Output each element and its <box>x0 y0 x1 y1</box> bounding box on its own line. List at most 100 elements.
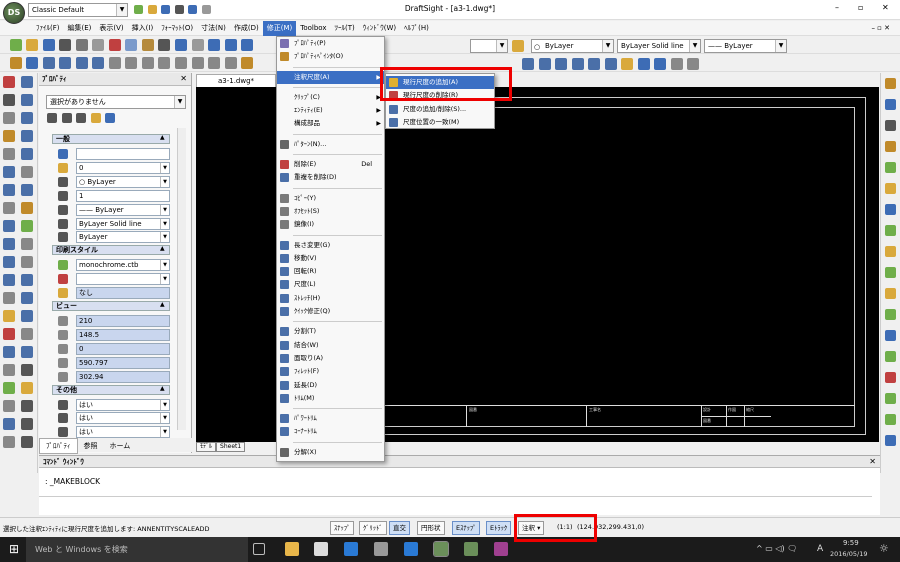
menu-0[interactable]: ﾌｧｲﾙ(F) <box>32 21 64 36</box>
menu-8[interactable]: Toolbox <box>296 21 330 36</box>
menu-1[interactable]: 編集(E) <box>64 21 96 36</box>
open-icon[interactable] <box>26 39 39 51</box>
draw-tool-33-icon[interactable] <box>21 364 33 376</box>
draw-tool-18-icon[interactable] <box>3 238 15 250</box>
polyline-icon[interactable] <box>191 57 204 69</box>
explorer-icon[interactable] <box>285 542 299 556</box>
modify-menu-item-1[interactable]: ﾌﾟﾛﾊﾟﾃｨﾍﾟｲﾝﾀ(O) <box>277 50 384 63</box>
draw-tool-0-icon[interactable] <box>3 76 15 88</box>
right-tool-3-icon[interactable] <box>885 141 896 152</box>
draw-tool-7-icon[interactable] <box>21 130 33 142</box>
draw-tool-26-icon[interactable] <box>3 310 15 322</box>
modify-menu-item-26[interactable]: 結合(W) <box>277 339 384 352</box>
select-objects-icon[interactable] <box>61 113 72 123</box>
ie-icon[interactable] <box>404 542 418 556</box>
other-prop-2-value[interactable]: はい ▼ <box>76 426 170 439</box>
paste-icon[interactable] <box>141 39 154 51</box>
modify-menu-item-3[interactable]: 注釈尺度(A) ▶ <box>277 70 384 84</box>
modify-menu-item-23[interactable]: ｸｲｯｸ修正(Q) <box>277 305 384 318</box>
menu-7[interactable]: 修正(M) <box>262 21 297 36</box>
draw-tool-8-icon[interactable] <box>3 148 15 160</box>
draw-tool-29-icon[interactable] <box>21 328 33 340</box>
print-prop-1-value[interactable]: ▼ <box>76 273 170 286</box>
dropdown-arrow-icon[interactable]: ▼ <box>160 274 169 285</box>
right-tool-11-icon[interactable] <box>885 309 896 320</box>
app-logo-icon[interactable]: DS <box>3 2 25 24</box>
right-tool-14-icon[interactable] <box>885 372 896 383</box>
print-prop-0-value[interactable]: monochrome.ctb ▼ <box>76 259 170 272</box>
print-prop-2-value[interactable]: なし <box>76 287 170 300</box>
workspace-select[interactable]: Classic Default ▼ <box>28 3 128 17</box>
media-icon[interactable] <box>374 542 388 556</box>
draftsight-taskbar-icon[interactable] <box>433 541 449 557</box>
open-icon[interactable] <box>147 5 157 14</box>
status-toggle-1[interactable]: ｸﾞﾘｯﾄﾞ <box>359 521 387 535</box>
redo-icon[interactable] <box>201 5 211 14</box>
status-toggle-5[interactable]: Eﾄﾗｯｸ <box>486 521 512 535</box>
draw-tool-11-icon[interactable] <box>21 166 33 178</box>
draw-tool-6-icon[interactable] <box>3 130 15 142</box>
redo-icon[interactable] <box>191 39 204 51</box>
draw-tool-32-icon[interactable] <box>3 364 15 376</box>
view-prop-0-value[interactable]: 210 <box>76 315 170 327</box>
draw-tool-17-icon[interactable] <box>21 220 33 232</box>
toggle-pickadd-icon[interactable] <box>47 113 57 123</box>
right-tool-13-icon[interactable] <box>885 351 896 362</box>
modify-menu-item-32[interactable]: ﾊﾟﾜｰﾄﾘﾑ <box>277 412 384 425</box>
radius-icon[interactable] <box>571 58 584 70</box>
draw-tool-5-icon[interactable] <box>21 112 33 124</box>
general-prop-0-value[interactable] <box>76 148 170 160</box>
menu-2[interactable]: 表示(V) <box>95 21 127 36</box>
other-prop-0-value[interactable]: はい ▼ <box>76 398 170 411</box>
new-icon[interactable] <box>134 5 143 14</box>
dropdown-arrow-icon[interactable]: ▼ <box>160 232 169 243</box>
modify-menu-item-0[interactable]: ﾌﾟﾛﾊﾟﾃｨ(P) <box>277 37 384 50</box>
panel-close-icon[interactable]: ✕ <box>180 74 187 83</box>
angle-icon[interactable] <box>555 58 568 70</box>
dropdown-arrow-icon[interactable]: ▼ <box>160 176 169 187</box>
orbit-icon[interactable] <box>670 58 683 70</box>
undo-icon[interactable] <box>188 5 198 14</box>
right-tool-0-icon[interactable] <box>885 78 896 89</box>
zoom-window-icon[interactable] <box>241 39 254 51</box>
draw-tool-27-icon[interactable] <box>21 310 33 322</box>
draw-tool-1-icon[interactable] <box>21 76 33 88</box>
draw-tool-35-icon[interactable] <box>21 382 33 394</box>
modify-menu-item-18[interactable]: 長さ変更(G) <box>277 239 384 252</box>
task-view-icon[interactable] <box>253 543 265 555</box>
filter-icon[interactable] <box>90 113 101 123</box>
right-tool-7-icon[interactable] <box>885 225 896 236</box>
draw-tool-41-icon[interactable] <box>21 436 33 448</box>
new-icon[interactable] <box>9 39 22 51</box>
draw-tool-10-icon[interactable] <box>3 166 15 178</box>
general-prop-6-value[interactable]: ByLayer ▼ <box>76 231 170 244</box>
collapse-icon[interactable]: ▲ <box>160 245 165 252</box>
dropdown-arrow-icon[interactable]: ▼ <box>160 218 169 229</box>
dropdown-arrow-icon[interactable]: ▼ <box>160 162 169 173</box>
menu-11[interactable]: ﾍﾙﾌﾟ(H) <box>400 21 433 36</box>
draw-tool-16-icon[interactable] <box>3 220 15 232</box>
menu-5[interactable]: 寸法(N) <box>197 21 230 36</box>
command-input[interactable] <box>39 496 872 508</box>
modify-menu-item-28[interactable]: ﾌｨﾚｯﾄ(F) <box>277 365 384 378</box>
dropdown-arrow-icon[interactable]: ▼ <box>160 260 169 271</box>
section-print-style[interactable]: 印刷スタイル <box>52 245 170 256</box>
app2-taskbar-icon[interactable] <box>494 542 508 556</box>
right-tool-1-icon[interactable] <box>885 99 896 110</box>
general-prop-2-value[interactable]: ○ ByLayer ▼ <box>76 175 170 188</box>
tray-icons[interactable]: ^ ▭ ◁) 🗨 <box>756 544 797 553</box>
status-toggle-3[interactable]: 円形状 <box>417 521 445 535</box>
modify-menu-item-30[interactable]: ﾄﾘﾑ(M) <box>277 392 384 405</box>
draw-tool-2-icon[interactable] <box>3 94 15 106</box>
grid-icon[interactable] <box>59 57 72 69</box>
dropdown-arrow-icon[interactable]: ▼ <box>160 204 169 215</box>
ortho-icon[interactable] <box>75 57 88 69</box>
draw-tool-22-icon[interactable] <box>3 274 15 286</box>
right-tool-8-icon[interactable] <box>885 246 896 257</box>
general-prop-3-value[interactable]: 1 <box>76 189 170 202</box>
right-tool-9-icon[interactable] <box>885 267 896 278</box>
section-general[interactable]: 一般 <box>52 134 170 144</box>
hatch-icon[interactable] <box>241 57 254 69</box>
quick-select-icon[interactable] <box>76 113 87 123</box>
action-center-icon[interactable]: ☼ <box>879 542 889 555</box>
